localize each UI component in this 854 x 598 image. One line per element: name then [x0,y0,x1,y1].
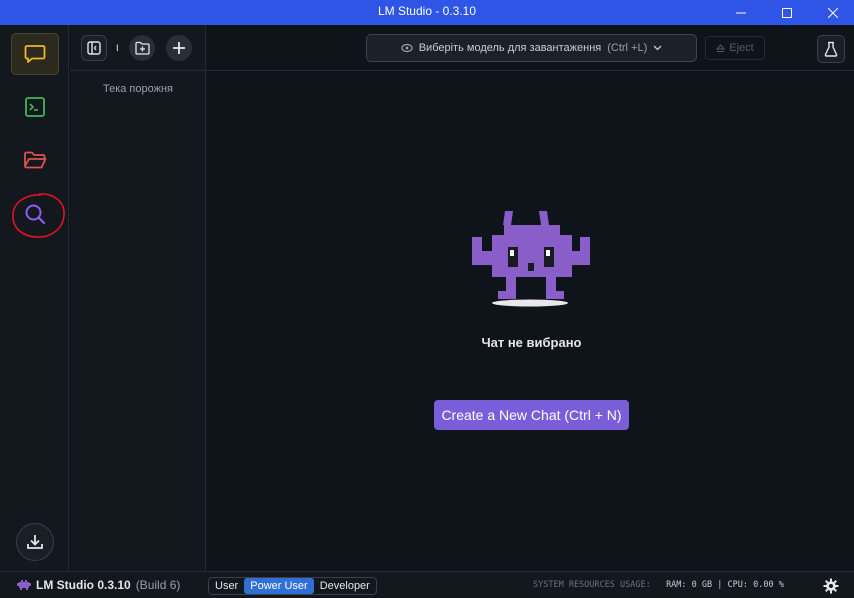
folder-plus-icon [134,41,150,55]
model-select-button[interactable]: Виберіть модель для завантаження (Ctrl +… [366,34,697,62]
app-version: LM Studio 0.3.10 (Build 6) [17,572,180,598]
eject-button[interactable]: Eject [705,36,765,60]
experiment-button[interactable] [817,35,845,63]
left-nav-bar [0,25,69,571]
status-bar: LM Studio 0.3.10 (Build 6) User Power Us… [0,571,854,597]
create-new-chat-button[interactable]: Create a New Chat (Ctrl + N) [434,400,629,430]
maximize-icon [782,7,792,18]
toolbar-separator: ι [116,40,119,54]
cpu-label: CPU: [727,580,749,590]
mode-user-button[interactable]: User [209,578,244,594]
lm-studio-logo-icon [17,580,31,590]
gear-icon[interactable] [823,578,839,594]
download-icon [27,535,43,549]
mode-developer-button[interactable]: Developer [314,578,376,594]
system-resources: SYSTEM RESOURCES USAGE: RAM: 0 GB | CPU:… [533,572,784,598]
empty-folder-text: Тека порожня [102,83,174,95]
model-select-label: Виберіть модель для завантаження [418,42,602,54]
nav-chat-button[interactable] [11,33,59,75]
maximize-button[interactable] [764,0,810,25]
resources-label: SYSTEM RESOURCES USAGE: [533,580,651,590]
build-label: (Build 6) [135,578,181,592]
close-icon [828,7,838,18]
robot-mascot-icon [472,211,590,307]
ram-label: RAM: [666,580,687,590]
model-icon [401,43,413,53]
model-select-shortcut: (Ctrl +L) [607,42,648,54]
close-button[interactable] [810,0,854,25]
toggle-sidebar-button[interactable] [81,35,107,61]
eject-icon [716,43,726,52]
annotation-circle [12,193,65,238]
new-chat-button[interactable] [166,35,192,61]
minimize-icon [736,12,746,13]
chat-list-panel: ι Тека порожня [70,25,206,571]
minimize-button[interactable] [718,0,764,25]
flask-icon [824,41,838,57]
terminal-icon [25,97,45,117]
main-topbar: Виберіть модель для завантаження (Ctrl +… [206,25,854,71]
chat-list-toolbar: ι [70,25,206,71]
plus-icon [173,42,185,54]
chat-bubble-icon [24,45,46,63]
nav-developer-button[interactable] [11,86,59,128]
eject-label: Eject [729,42,754,54]
title-bar: LM Studio - 0.3.10 [0,0,854,25]
download-button[interactable] [16,523,54,561]
sidebar-toggle-icon [87,41,101,55]
cpu-value: 0.00 % [753,580,784,590]
no-chat-selected-text: Чат не вибрано [481,335,582,350]
app-name-label: LM Studio 0.3.10 [36,578,131,592]
mode-switch: User Power User Developer [208,577,377,595]
new-folder-button[interactable] [129,35,155,61]
nav-my-models-button[interactable] [11,139,59,181]
ram-value: 0 GB [691,580,713,590]
folder-icon [24,151,47,169]
chevron-down-icon [653,45,662,51]
main-panel: Виберіть модель для завантаження (Ctrl +… [206,25,854,571]
mode-power-user-button[interactable]: Power User [244,578,314,594]
